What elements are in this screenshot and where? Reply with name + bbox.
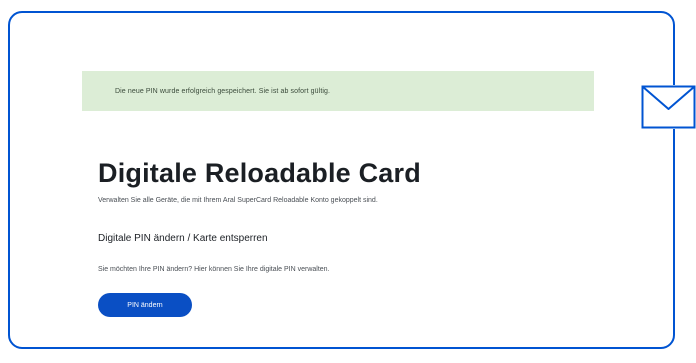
success-message: Die neue PIN wurde erfolgreich gespeiche…: [115, 87, 331, 95]
section-heading: Digitale PIN ändern / Karte entsperren: [98, 233, 268, 244]
section-description: Sie möchten Ihre PIN ändern? Hier können…: [98, 266, 330, 273]
change-pin-button[interactable]: PIN ändern: [98, 293, 192, 317]
page-title: Digitale Reloadable Card: [98, 158, 421, 188]
screenshot-frame: Die neue PIN wurde erfolgreich gespeiche…: [8, 11, 675, 349]
mail-icon: [641, 85, 696, 129]
success-banner: Die neue PIN wurde erfolgreich gespeiche…: [82, 71, 594, 111]
page-subtitle: Verwalten Sie alle Geräte, die mit Ihrem…: [98, 197, 378, 204]
